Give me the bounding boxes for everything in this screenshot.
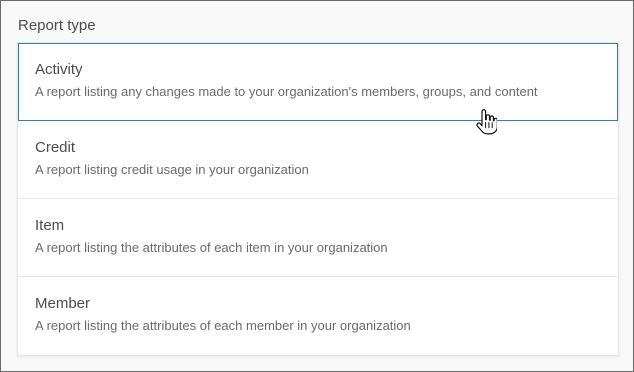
option-description: A report listing the attributes of each … <box>35 240 388 255</box>
report-type-option-list: Activity A report listing any changes ma… <box>17 42 619 356</box>
report-type-label: Report type <box>18 17 96 34</box>
option-title: Member <box>35 295 91 312</box>
report-type-panel: Report type Activity A report listing an… <box>0 0 634 372</box>
report-type-option-activity[interactable]: Activity A report listing any changes ma… <box>18 43 618 121</box>
option-title: Credit <box>35 139 76 156</box>
hand-pointer-icon <box>476 109 497 135</box>
option-description: A report listing the attributes of each … <box>35 318 411 333</box>
option-title: Item <box>35 217 65 234</box>
option-description: A report listing any changes made to you… <box>35 84 538 99</box>
report-type-option-item[interactable]: Item A report listing the attributes of … <box>18 199 618 277</box>
option-description: A report listing credit usage in your or… <box>35 162 309 177</box>
report-type-option-credit[interactable]: Credit A report listing credit usage in … <box>18 121 618 199</box>
option-title: Activity <box>35 61 83 78</box>
report-type-option-member[interactable]: Member A report listing the attributes o… <box>18 277 618 355</box>
